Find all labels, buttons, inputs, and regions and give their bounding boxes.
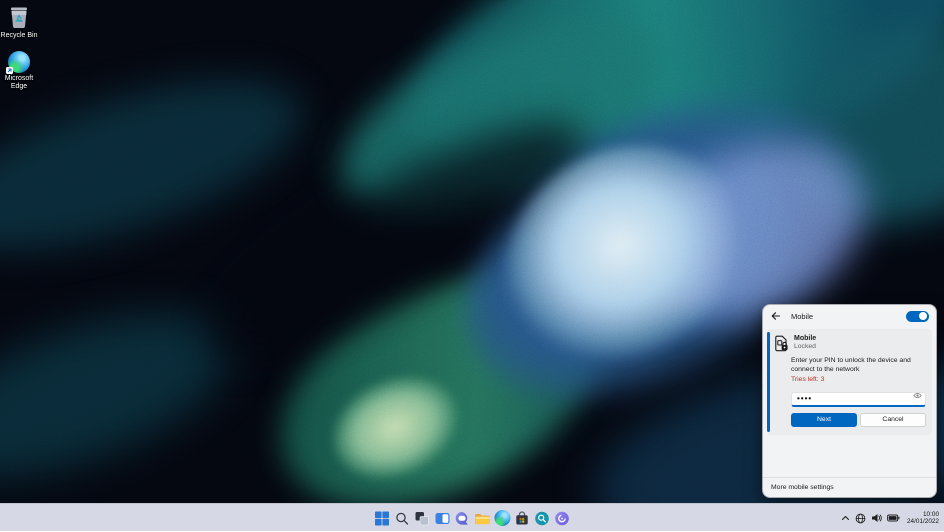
windows-start-icon bbox=[375, 511, 390, 526]
mobile-toggle[interactable] bbox=[906, 311, 929, 322]
teal-search-app-icon bbox=[535, 511, 550, 526]
pin-input[interactable] bbox=[791, 392, 926, 407]
chat-button[interactable] bbox=[453, 506, 472, 530]
device-status: Locked bbox=[794, 343, 816, 350]
flyout-header: Mobile bbox=[763, 305, 936, 327]
taskbar: 10:00 24/01/2022 bbox=[0, 503, 944, 531]
file-explorer-icon bbox=[474, 511, 490, 526]
purple-app-icon bbox=[555, 511, 570, 526]
more-mobile-settings-link[interactable]: More mobile settings bbox=[771, 484, 834, 491]
start-button[interactable] bbox=[373, 506, 392, 530]
app-purple-button[interactable] bbox=[553, 506, 572, 530]
clock[interactable]: 10:00 24/01/2022 bbox=[907, 511, 941, 526]
flyout-footer: More mobile settings bbox=[763, 477, 936, 497]
volume-icon bbox=[871, 513, 882, 523]
app-teal-search-button[interactable] bbox=[533, 506, 552, 530]
sim-lock-icon bbox=[775, 335, 788, 352]
widgets-button[interactable] bbox=[433, 506, 452, 530]
volume-button[interactable] bbox=[870, 508, 883, 528]
recycle-bin-desktop-icon[interactable]: Recycle Bin bbox=[0, 5, 39, 40]
network-globe-icon bbox=[855, 513, 866, 524]
arrow-left-icon bbox=[771, 311, 781, 321]
search-icon bbox=[395, 511, 410, 526]
mobile-device-card[interactable]: Mobile Locked Enter your PIN to unlock t… bbox=[767, 329, 932, 435]
flyout-title: Mobile bbox=[791, 312, 813, 321]
search-button[interactable] bbox=[393, 506, 412, 530]
device-name: Mobile bbox=[794, 335, 816, 342]
edge-desktop-icon[interactable]: Microsoft Edge bbox=[0, 51, 39, 90]
battery-icon bbox=[887, 514, 900, 522]
back-button[interactable] bbox=[770, 310, 782, 322]
task-view-icon bbox=[415, 511, 430, 526]
toggle-knob bbox=[919, 312, 927, 320]
edge-label: Microsoft Edge bbox=[2, 75, 36, 90]
tries-left-text: Tries left: 3 bbox=[791, 376, 929, 383]
chevron-up-icon bbox=[841, 514, 850, 522]
chat-icon bbox=[455, 511, 470, 526]
file-explorer-button[interactable] bbox=[473, 506, 492, 530]
selected-accent-bar bbox=[767, 332, 770, 432]
tray-overflow-button[interactable] bbox=[840, 508, 851, 528]
reveal-password-button[interactable] bbox=[913, 392, 922, 399]
tray-time: 10:00 bbox=[907, 511, 939, 519]
edge-button[interactable] bbox=[493, 506, 512, 530]
pin-instruction: Enter your PIN to unlock the device and … bbox=[791, 357, 915, 374]
store-button[interactable] bbox=[513, 506, 532, 530]
shortcut-arrow-icon bbox=[6, 67, 13, 74]
task-view-button[interactable] bbox=[413, 506, 432, 530]
next-button[interactable]: Next bbox=[791, 413, 857, 427]
store-icon bbox=[515, 511, 530, 526]
recycle-bin-label: Recycle Bin bbox=[1, 32, 38, 40]
battery-button[interactable] bbox=[886, 508, 901, 528]
tray-date: 24/01/2022 bbox=[907, 518, 939, 526]
network-button[interactable] bbox=[854, 508, 867, 528]
widgets-icon bbox=[434, 511, 450, 526]
eye-icon bbox=[913, 392, 922, 399]
cancel-button[interactable]: Cancel bbox=[860, 413, 926, 427]
edge-icon bbox=[494, 510, 510, 526]
mobile-network-flyout: Mobile Mobile Locked Enter your PIN to u… bbox=[762, 304, 937, 498]
recycle-bin-icon bbox=[6, 5, 32, 30]
